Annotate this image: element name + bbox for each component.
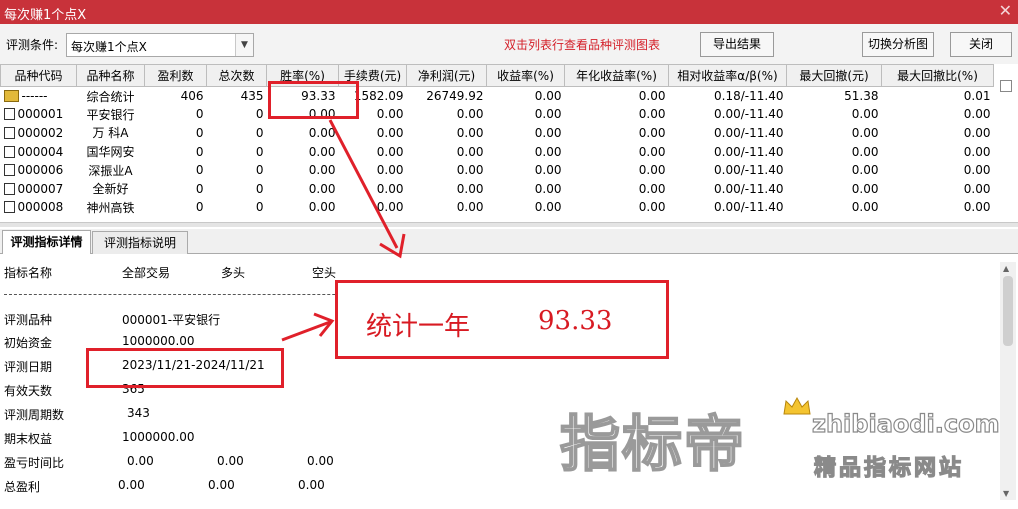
watermark-site: zhibiaodi.com bbox=[811, 409, 1000, 438]
arrow-line-down bbox=[328, 119, 399, 249]
annotation-text: 统计一年 bbox=[366, 312, 471, 342]
annotation-value: 93.33 bbox=[538, 306, 613, 336]
crown-icon bbox=[783, 396, 811, 415]
watermark-slogan: 精品指标网站 bbox=[813, 455, 965, 481]
watermark-brand: 指标帝 bbox=[559, 409, 746, 481]
watermark: 指标帝 zhibiaodi.com 精品指标网站 bbox=[559, 396, 1010, 496]
annotation-callout: 统计一年 93.33 bbox=[335, 280, 669, 359]
